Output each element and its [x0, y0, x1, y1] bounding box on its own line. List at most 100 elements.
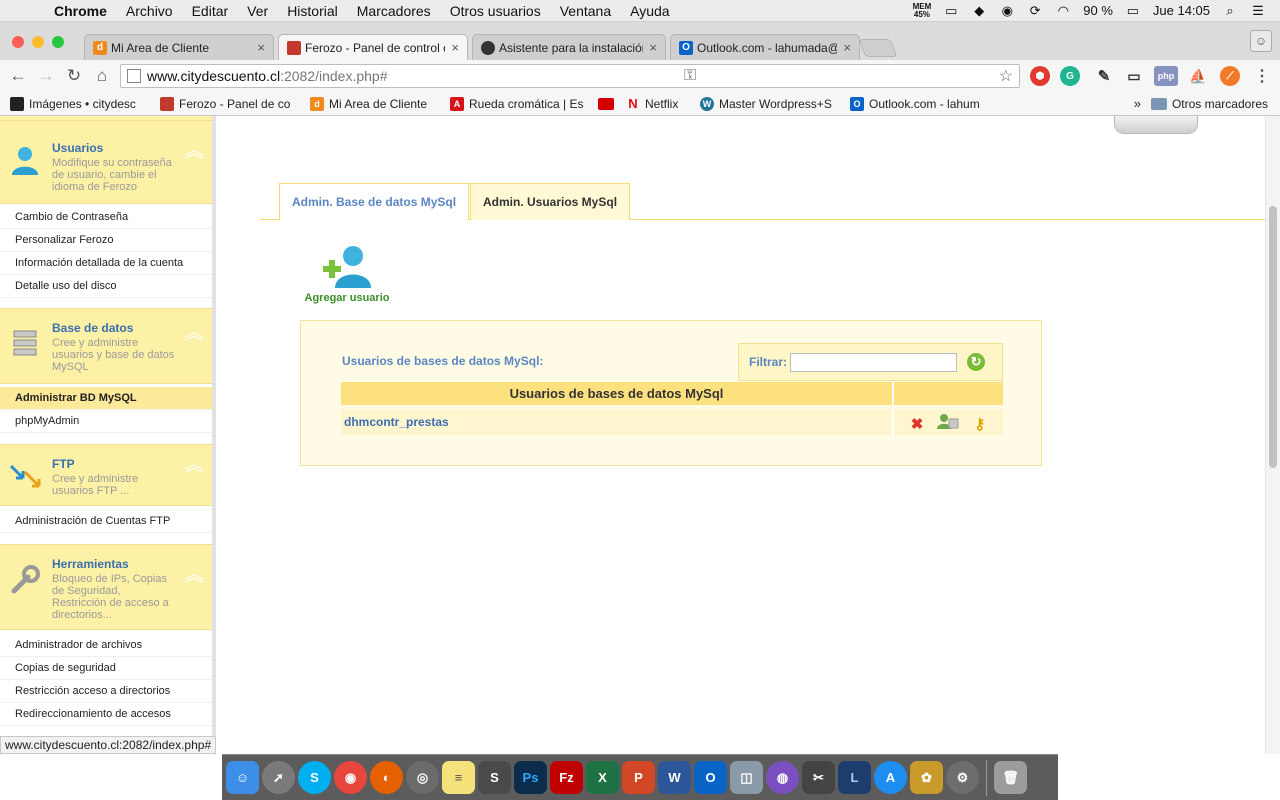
bookmark-ferozo[interactable]: Ferozo - Panel de co — [160, 96, 300, 111]
sidebar-item-phpmyadmin[interactable]: phpMyAdmin — [0, 410, 212, 433]
section-title[interactable]: Base de datos — [52, 321, 133, 335]
bookmark-mi-area[interactable]: d Mi Area de Cliente — [310, 96, 440, 111]
adblock-extension-icon[interactable]: ⬢ — [1030, 66, 1050, 86]
status-circle-icon[interactable]: ◉ — [999, 3, 1015, 18]
menubar-item-archivo[interactable]: Archivo — [126, 3, 173, 19]
close-tab-icon[interactable]: × — [451, 40, 459, 55]
sidebar-section-base-de-datos[interactable]: Base de datos Cree y administre usuarios… — [0, 308, 212, 384]
sidebar-item-redireccionamiento[interactable]: Redireccionamiento de accesos — [0, 703, 212, 726]
sidebar-item-informacion-cuenta[interactable]: Información detallada de la cuenta — [0, 252, 212, 275]
finder-icon[interactable]: ☺ — [226, 761, 259, 794]
sidebar-item-restriccion-acceso[interactable]: Restricción acceso a directorios — [0, 680, 212, 703]
close-tab-icon[interactable]: × — [257, 40, 265, 55]
preview-icon[interactable]: ◫ — [730, 761, 763, 794]
app-store-icon[interactable]: A — [874, 761, 907, 794]
eyedropper-extension-icon[interactable]: ✎ — [1094, 66, 1114, 86]
profile-icon[interactable]: ☺ — [1250, 30, 1272, 52]
spotlight-search-icon[interactable]: ⌕ — [1222, 3, 1238, 18]
cast-extension-icon[interactable]: ▭ — [1124, 66, 1144, 86]
key-icon[interactable]: ⚿ — [684, 67, 696, 85]
launchpad-icon[interactable]: ➚ — [262, 761, 295, 794]
filezilla-icon[interactable]: Fz — [550, 761, 583, 794]
new-tab-button[interactable] — [858, 39, 898, 57]
bookmark-rueda-cromatica[interactable]: A Rueda cromática | Es — [450, 96, 588, 111]
section-title[interactable]: Herramientas — [52, 557, 129, 571]
page-info-icon[interactable] — [127, 69, 141, 83]
dropbox-icon[interactable]: ◆ — [971, 3, 987, 18]
grammarly-extension-icon[interactable]: G — [1060, 66, 1080, 86]
browser-tab-ferozo[interactable]: Ferozo - Panel de control d × — [278, 34, 468, 60]
airplay-icon[interactable]: ▭ — [943, 3, 959, 18]
sidebar-item-copias-seguridad[interactable]: Copias de seguridad — [0, 657, 212, 680]
menubar-app-name[interactable]: Chrome — [54, 3, 107, 19]
key-icon[interactable]: ⚷ — [969, 415, 991, 433]
browser-tab-asistente[interactable]: Asistente para la instalación × — [472, 34, 666, 60]
battery-icon[interactable]: ▭ — [1125, 3, 1141, 18]
add-user-button[interactable]: Agregar usuario — [300, 244, 394, 304]
menubar-item-historial[interactable]: Historial — [287, 3, 338, 19]
menubar-item-ver[interactable]: Ver — [247, 3, 268, 19]
bookmark-red-badge[interactable] — [598, 97, 616, 110]
sublime-icon[interactable]: S — [478, 761, 511, 794]
close-tab-icon[interactable]: × — [649, 40, 657, 55]
final-cut-icon[interactable]: ✂ — [802, 761, 835, 794]
reload-icon[interactable]: ↻ — [60, 66, 88, 86]
zoom-window-icon[interactable] — [52, 36, 64, 48]
close-window-icon[interactable] — [12, 36, 24, 48]
wifi-icon[interactable]: ◠ — [1055, 3, 1071, 18]
bookmarks-overflow-icon[interactable]: » — [1134, 96, 1141, 111]
sidebar-section-usuarios[interactable]: Usuarios Modifique su contraseña de usua… — [0, 120, 212, 204]
minimize-window-icon[interactable] — [32, 36, 44, 48]
page-scrollbar[interactable] — [1265, 116, 1280, 754]
notes-icon[interactable]: ≡ — [442, 761, 475, 794]
collapse-chevron-icon[interactable]: ︽ — [184, 141, 204, 161]
bookmark-star-icon[interactable]: ☆ — [999, 66, 1013, 86]
other-bookmarks-folder[interactable]: Otros marcadores — [1150, 97, 1268, 111]
filter-input[interactable] — [790, 352, 958, 372]
tab-admin-usuarios[interactable]: Admin. Usuarios MySql — [470, 183, 631, 220]
collapse-chevron-icon[interactable]: ︽ — [184, 323, 204, 343]
browser-tab-outlook[interactable]: O Outlook.com - lahumada@ × — [670, 34, 860, 60]
sidebar-section-ftp[interactable]: FTP Cree y administre usuarios FTP ... ︽ — [0, 444, 212, 506]
delete-icon[interactable]: ✖ — [906, 415, 928, 433]
menubar-item-ayuda[interactable]: Ayuda — [630, 3, 669, 19]
forward-arrow-icon[interactable]: → — [32, 66, 60, 86]
chrome-menu-icon[interactable]: ⋮ — [1252, 66, 1272, 86]
word-icon[interactable]: W — [658, 761, 691, 794]
tab-admin-base-datos[interactable]: Admin. Base de datos MySql — [279, 183, 470, 220]
outlook-icon[interactable]: O — [694, 761, 727, 794]
excel-icon[interactable]: X — [586, 761, 619, 794]
menubar-item-otros-usuarios[interactable]: Otros usuarios — [450, 3, 541, 19]
bookmark-netflix[interactable]: N Netflix — [626, 97, 690, 111]
sidebar-item-administrar-bd-mysql[interactable]: Administrar BD MySQL — [0, 387, 212, 410]
system-preferences-icon[interactable]: ⚙ — [946, 761, 979, 794]
menubar-clock[interactable]: Jue 14:05 — [1153, 3, 1210, 18]
firefox-icon[interactable]: ◐ — [370, 761, 403, 794]
orange-extension-icon[interactable]: ⟋ — [1220, 66, 1240, 86]
motion-icon[interactable]: ◍ — [766, 761, 799, 794]
chrome-icon[interactable]: ◉ — [334, 761, 367, 794]
memory-indicator[interactable]: MEM 45% — [913, 2, 932, 19]
section-title[interactable]: FTP — [52, 457, 75, 471]
user-permissions-icon[interactable] — [937, 412, 959, 430]
bookmark-imagenes[interactable]: Imágenes • citydesc — [10, 96, 150, 111]
battery-percentage[interactable]: 90 % — [1083, 3, 1113, 18]
sidebar-item-administrador-archivos[interactable]: Administrador de archivos — [0, 634, 212, 657]
skype-icon[interactable]: S — [298, 761, 331, 794]
sidebar-section-herramientas[interactable]: Herramientas Bloqueo de IPs, Copias de S… — [0, 544, 212, 630]
home-icon[interactable]: ⌂ — [88, 66, 116, 86]
sync-icon[interactable]: ⟳ — [1027, 3, 1043, 18]
sidebar-item-cambio-contrasena[interactable]: Cambio de Contraseña — [0, 206, 212, 229]
user-name-link[interactable]: dhmcontr_prestas — [341, 405, 893, 435]
scrollbar-thumb[interactable] — [1269, 206, 1277, 468]
browser-tab-mi-area[interactable]: d Mi Area de Cliente × — [84, 34, 274, 60]
sidebar-item-cuentas-ftp[interactable]: Administración de Cuentas FTP — [0, 510, 212, 533]
close-tab-icon[interactable]: × — [843, 40, 851, 55]
back-arrow-icon[interactable]: ← — [4, 66, 32, 86]
menubar-item-marcadores[interactable]: Marcadores — [357, 3, 431, 19]
trash-icon[interactable]: 🗑 — [994, 761, 1027, 794]
collapse-chevron-icon[interactable]: ︽ — [184, 455, 204, 475]
section-title[interactable]: Usuarios — [52, 141, 103, 155]
bookmark-master-wordpress[interactable]: W Master Wordpress+S — [700, 96, 840, 111]
address-bar[interactable]: www.citydescuento.cl :2082/index.php# ⚿ … — [120, 64, 1020, 88]
